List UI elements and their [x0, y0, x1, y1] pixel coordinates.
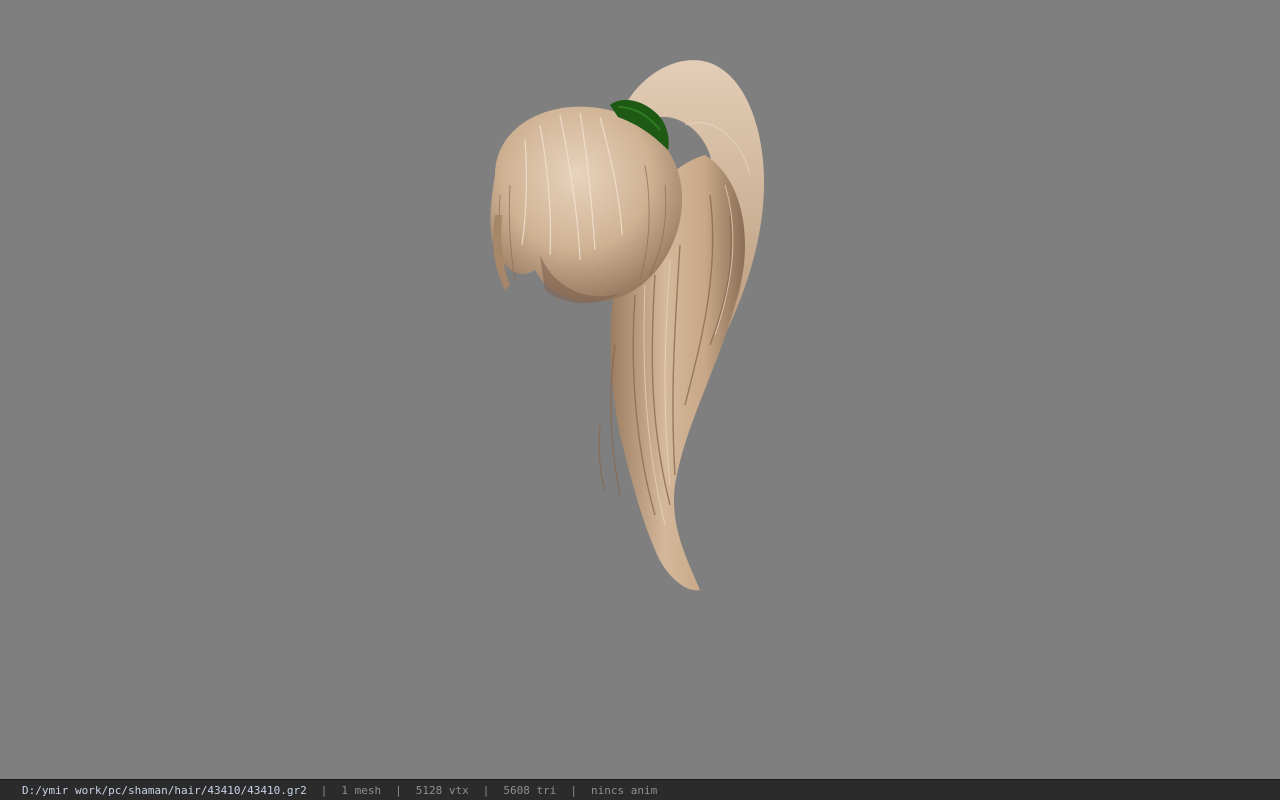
- mesh-count: 1 mesh: [341, 783, 382, 797]
- separator: |: [570, 783, 577, 797]
- triangle-count: 5608 tri: [503, 783, 557, 797]
- separator: |: [395, 783, 402, 797]
- status-bar: D:/ymir work/pc/shaman/hair/43410/43410.…: [0, 779, 1280, 800]
- file-path: D:/ymir work/pc/shaman/hair/43410/43410.…: [22, 783, 307, 797]
- hair-model[interactable]: [470, 45, 790, 610]
- 3d-viewport[interactable]: [0, 0, 1280, 779]
- anim-status: nincs anim: [591, 783, 658, 797]
- separator: |: [320, 783, 328, 797]
- vertex-count: 5128 vtx: [415, 783, 469, 797]
- separator: |: [482, 783, 490, 797]
